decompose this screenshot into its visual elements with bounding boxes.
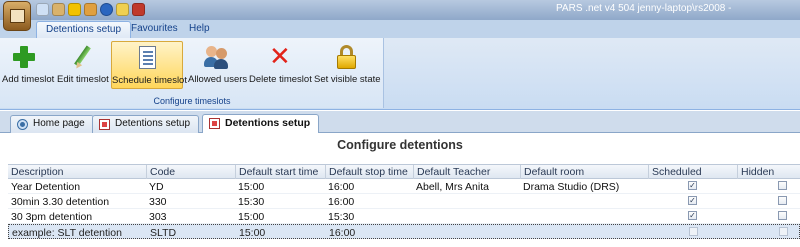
quick-access-toolbar (36, 3, 145, 16)
scheduled-checkbox[interactable] (689, 227, 698, 236)
info-icon[interactable] (100, 3, 113, 16)
cell-room (521, 225, 524, 239)
column-header-default-start-time[interactable]: Default start time (235, 165, 318, 179)
doc-tab-home-page[interactable]: Home page (10, 115, 94, 133)
tab-favourites[interactable]: Favourites (122, 21, 187, 38)
book-icon (10, 9, 25, 23)
cell-room (520, 209, 523, 223)
cell-description: 30 3pm detention (11, 211, 93, 223)
column-header-default-stop-time[interactable]: Default stop time (325, 165, 408, 179)
users-icon (203, 44, 229, 70)
cell-teacher (414, 225, 417, 239)
column-header-hidden[interactable]: Hidden (737, 165, 774, 179)
column-header-default-teacher[interactable]: Default Teacher (413, 165, 490, 179)
cell-stop-time: 16:00 (329, 227, 356, 239)
doc-tab-detentions-setup-1[interactable]: Detentions setup (92, 115, 200, 133)
cell-stop-time: 16:00 (328, 196, 355, 208)
hidden-checkbox[interactable] (778, 181, 787, 190)
delete-timeslot-button[interactable]: ✕ Delete timeslot (249, 41, 312, 89)
cell-description: Year Detention (11, 181, 81, 193)
document-icon (209, 118, 220, 129)
allowed-users-button[interactable]: Allowed users (188, 41, 248, 89)
cell-description: 30min 3.30 detention (11, 196, 110, 208)
scheduled-checkbox[interactable]: ✓ (688, 211, 697, 220)
document-icon (99, 119, 110, 130)
add-timeslot-label: Add timeslot (2, 74, 55, 85)
scheduled-checkbox[interactable]: ✓ (688, 181, 697, 190)
cell-room: Drama Studio (DRS) (523, 181, 620, 193)
application-menu-button[interactable] (3, 1, 31, 31)
window-title: PARS .net v4 504 jenny-laptop\rs2008 - (556, 3, 732, 14)
schedule-icon (134, 45, 160, 71)
column-header-default-room[interactable]: Default room (520, 165, 584, 179)
cell-start-time: 15:30 (238, 196, 265, 208)
edit-timeslot-label: Edit timeslot (57, 74, 109, 85)
cell-start-time: 15:00 (239, 227, 266, 239)
cell-teacher: Abell, Mrs Anita (416, 181, 489, 193)
configure-detentions-panel: Configure detentions Description Code De… (0, 133, 800, 247)
ribbon-group-configure-timeslots: Add timeslot Edit timeslot Schedule time… (0, 38, 384, 108)
column-header-scheduled[interactable]: Scheduled (648, 165, 702, 179)
panel-title: Configure detentions (337, 138, 463, 152)
set-visible-state-button[interactable]: Set visible state (314, 41, 381, 89)
table-row[interactable]: 30 3pm detention 303 15:00 15:30 ✓ (8, 209, 800, 224)
bug-icon[interactable] (132, 3, 145, 16)
tab-detentions-setup[interactable]: Detentions setup (36, 21, 132, 38)
tab-help[interactable]: Help (180, 21, 219, 38)
table-row[interactable]: 30min 3.30 detention 330 15:30 16:00 ✓ (8, 194, 800, 209)
schedule-timeslot-button[interactable]: Schedule timeslot (111, 41, 187, 89)
title-bar: PARS .net v4 504 jenny-laptop\rs2008 - (0, 0, 800, 20)
ribbon-group-label: Configure timeslots (153, 96, 231, 106)
grid-header: Description Code Default start time Defa… (8, 164, 800, 179)
add-icon (11, 44, 37, 70)
user-icon[interactable] (84, 3, 97, 16)
set-visible-state-label: Set visible state (314, 74, 381, 85)
ribbon: Add timeslot Edit timeslot Schedule time… (0, 38, 800, 110)
cell-code: YD (149, 181, 164, 193)
allowed-users-label: Allowed users (188, 74, 248, 85)
cell-stop-time: 16:00 (328, 181, 355, 193)
cell-code: 303 (149, 211, 167, 223)
doc-tab-detentions-setup-2[interactable]: Detentions setup (202, 114, 320, 133)
cell-start-time: 15:00 (238, 211, 265, 223)
hidden-checkbox[interactable] (779, 227, 788, 236)
cell-code: 330 (149, 196, 167, 208)
doc-tab-label: Home page (33, 118, 85, 129)
notebook-icon[interactable] (52, 3, 65, 16)
lock-icon[interactable] (116, 3, 129, 16)
cell-code: SLTD (150, 227, 177, 239)
table-row[interactable]: Year Detention YD 15:00 16:00 Abell, Mrs… (8, 179, 800, 194)
table-row-selected[interactable]: example: SLT detention SLTD 15:00 16:00 (8, 224, 800, 239)
delete-timeslot-label: Delete timeslot (249, 74, 312, 85)
cell-start-time: 15:00 (238, 181, 265, 193)
home-icon (17, 119, 28, 130)
doc-tab-label: Detentions setup (225, 117, 311, 129)
warning-icon[interactable] (68, 3, 81, 16)
delete-icon: ✕ (269, 42, 291, 72)
cell-teacher (413, 194, 416, 208)
scheduled-checkbox[interactable]: ✓ (688, 196, 697, 205)
hidden-checkbox[interactable] (778, 211, 787, 220)
lock-icon (333, 44, 359, 70)
ribbon-tab-bar: Detentions setup Favourites Help (0, 20, 800, 38)
schedule-timeslot-label: Schedule timeslot (112, 75, 187, 86)
column-header-description[interactable]: Description (8, 165, 64, 179)
cell-teacher (413, 209, 416, 223)
cell-description: example: SLT detention (12, 227, 122, 239)
cell-room (520, 194, 523, 208)
home-icon[interactable] (36, 3, 49, 16)
document-tab-bar: Home page Detentions setup Detentions se… (0, 111, 800, 133)
detentions-grid: Description Code Default start time Defa… (8, 164, 800, 239)
doc-tab-label: Detentions setup (115, 118, 191, 129)
edit-timeslot-button[interactable]: Edit timeslot (57, 41, 109, 89)
column-header-code[interactable]: Code (146, 165, 175, 179)
hidden-checkbox[interactable] (778, 196, 787, 205)
pencil-icon (69, 44, 95, 71)
add-timeslot-button[interactable]: Add timeslot (2, 41, 55, 89)
cell-stop-time: 15:30 (328, 211, 355, 223)
